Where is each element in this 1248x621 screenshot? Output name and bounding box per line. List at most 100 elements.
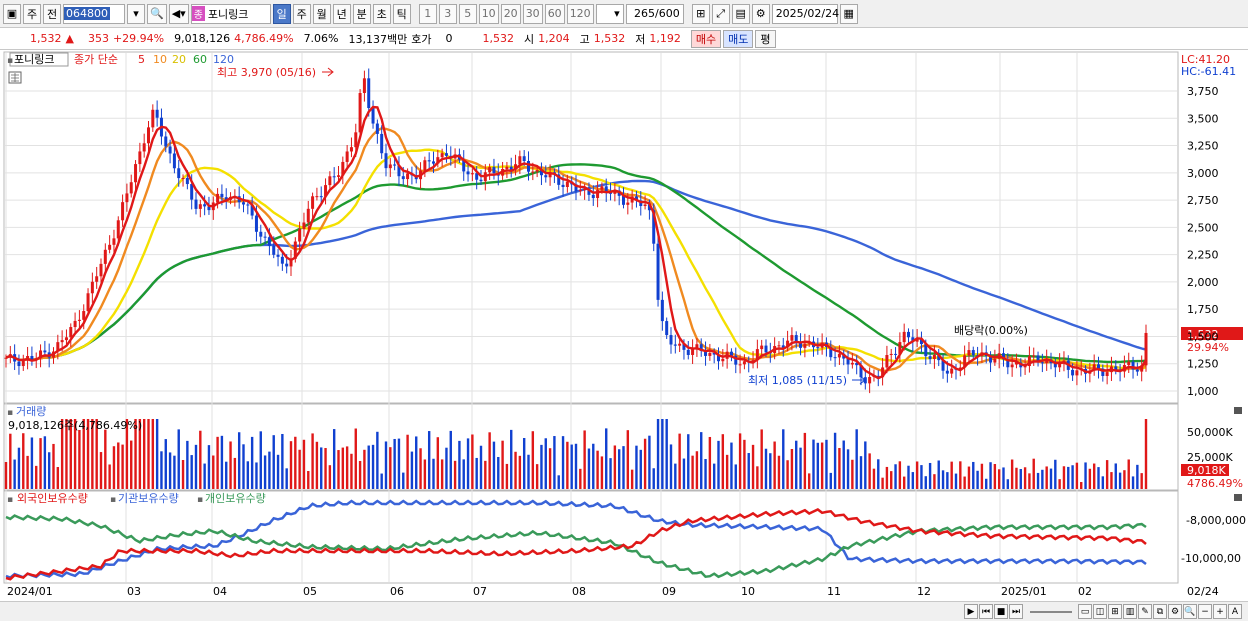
volume-bar-212 [920,465,923,489]
volume-bar-167 [725,454,729,489]
volume-bar-198 [859,456,863,489]
volume-bar-154 [669,444,673,489]
interval-button-4[interactable]: 20 [500,3,521,24]
zoom-out-icon[interactable]: − [1198,604,1212,619]
volume-bar-153 [665,419,668,489]
candle-body-155 [673,344,677,346]
type-selector[interactable]: 주 [23,3,41,24]
gear-icon[interactable]: ⚙ [751,3,770,24]
volume-bar-99 [432,458,435,489]
volume-bar-228 [989,462,992,489]
pen-icon[interactable]: ✎ [1138,604,1152,619]
eval-button[interactable]: 평 [755,29,776,48]
candle-body-185 [803,343,807,348]
volume-bar-223 [967,466,971,489]
scroll-right-icon[interactable]: ▶ [964,604,978,619]
interval-button-7[interactable]: 120 [566,3,594,24]
date-field[interactable]: 2025/02/24 [771,3,839,24]
search-icon[interactable]: 🔍 [147,3,167,24]
code-dropdown-icon[interactable]: ▾ [127,3,145,24]
candle-body-176 [764,345,768,353]
sell-button[interactable]: 매도 [723,29,754,48]
volume-bar-62 [272,435,275,489]
chart-area[interactable]: ▪ 포니링크 종가 단순 5 10 20 60 120 LC:41.20 HC:… [0,51,1248,601]
x-axis-label-7: 09 [662,585,676,598]
last-icon[interactable]: ⏭ [1009,604,1023,619]
calendar-icon[interactable]: ▦ [839,3,858,24]
stock-code-input[interactable]: 064800 [63,3,125,24]
zoom-slider[interactable] [1030,610,1072,613]
volume-panel-close-icon[interactable] [1234,407,1242,414]
candle-body-30 [134,164,138,183]
volume-bar-248 [1075,462,1079,489]
period-tab-2[interactable]: 월 [312,3,331,24]
candle-body-62 [272,245,276,255]
window-menu-icon[interactable]: ▣ [3,3,21,24]
candle-body-152 [660,299,664,322]
period-tab-5[interactable]: 초 [372,3,391,24]
candle-body-76 [332,176,336,178]
high-price: 1,532 [593,32,626,45]
stock-name-field[interactable]: 종 포니링크 [190,3,271,24]
price-tick-label-7: 2,000 [1187,276,1219,289]
volume-bar-187 [812,439,815,489]
chart-toolbar: ▣ 주 전 064800 ▾ 🔍 ◀▾ 종 포니링크 일주월년분초틱 1 3 5 10… [0,0,1248,28]
split-icon[interactable]: ◫ [1093,604,1107,619]
candle-body-108 [470,173,474,175]
volume-bar-38 [168,452,172,489]
interval-button-0[interactable]: 1 [418,3,437,24]
volume-bar-158 [687,434,690,489]
x-axis-label-5: 07 [473,585,487,598]
interval-button-1[interactable]: 3 [438,3,457,24]
candle-icon[interactable]: ⊞ [691,3,710,24]
holdings-panel-close-icon[interactable] [1234,494,1242,501]
candle-body-33 [147,127,150,144]
period-tab-3[interactable]: 년 [332,3,351,24]
zoom-in-icon[interactable]: + [1213,604,1227,619]
period-tab-0[interactable]: 일 [272,3,291,24]
volume-bar-120 [522,437,526,489]
prev-stock-button[interactable]: 전 [43,3,61,24]
first-icon[interactable]: ⏮ [979,604,993,619]
legend-stock-name: 포니링크 [14,53,54,66]
interval-button-2[interactable]: 5 [458,3,477,24]
interval-button-6[interactable]: 60 [544,3,565,24]
volume-bar-253 [1097,467,1100,489]
candle-body-38 [168,146,172,154]
interval-button-3[interactable]: 10 [478,3,499,24]
draw-tool-icon[interactable]: ⤢ [711,3,730,24]
chart-svg[interactable]: ▪ 포니링크 종가 단순 5 10 20 60 120 LC:41.20 HC:… [0,51,1248,601]
period-tab-4[interactable]: 분 [352,3,371,24]
grid-icon[interactable]: ⊞ [1108,604,1122,619]
volume-bar-183 [795,440,798,489]
volume-bar-85 [371,444,375,489]
bar-icon[interactable]: ▥ [1123,604,1137,619]
volume-bar-146 [635,445,638,489]
interval-dropdown[interactable]: ▾ [595,3,624,24]
volume-bar-61 [268,451,271,489]
buy-button[interactable]: 매수 [690,29,722,48]
layout-icon[interactable]: ▭ [1078,604,1092,619]
volume-bar-250 [1084,462,1087,489]
zoom-icon[interactable]: 🔍 [1183,604,1197,619]
save-icon[interactable]: ▤ [731,3,750,24]
copy-icon[interactable]: ⧉ [1153,604,1167,619]
volume-bar-216 [937,460,940,489]
candle-body-123 [535,169,539,172]
candle-body-9 [43,350,47,353]
interval-button-5[interactable]: 30 [522,3,543,24]
stop-icon[interactable]: ■ [994,604,1008,619]
volume-bar-226 [980,463,984,489]
settings-icon[interactable]: ⚙ [1168,604,1182,619]
volume-bar-80 [350,453,353,489]
period-tab-6[interactable]: 틱 [392,3,411,24]
volume-bar-202 [877,459,880,489]
font-size-icon[interactable]: A [1228,604,1242,619]
period-tab-1[interactable]: 주 [292,3,311,24]
bar-count-field[interactable]: 265/600 [625,3,684,24]
price-change-pct: +29.94% [112,32,165,45]
volume-bar-78 [341,447,345,489]
speaker-icon[interactable]: ◀▾ [168,3,189,24]
volume-bar-257 [1114,463,1117,489]
volume-bar-128 [557,475,560,489]
